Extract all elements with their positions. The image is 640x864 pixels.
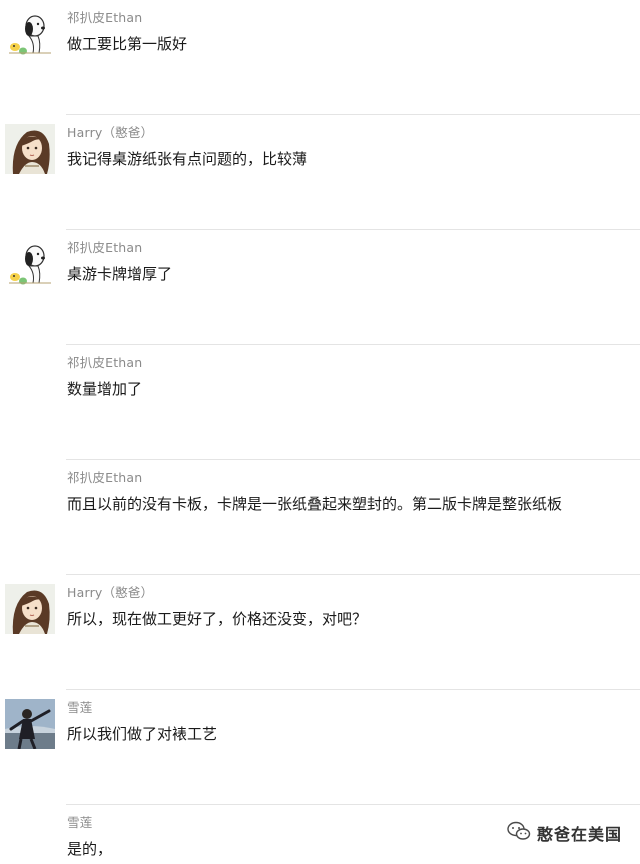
sender-name: Harry（憨爸） (67, 125, 154, 140)
message-text: 我记得桌游纸张有点问题的，比较薄 (67, 150, 308, 168)
wechat-icon (507, 821, 531, 845)
sender-name: 雪莲 (67, 700, 93, 715)
message-item: 祁扒皮Ethan 做工要比第一版好 (0, 0, 640, 115)
snoopy-avatar[interactable] (5, 9, 55, 59)
message-item: Harry（憨爸） 我记得桌游纸张有点问题的，比较薄 (0, 115, 640, 230)
message-item: 祁扒皮Ethan 桌游卡牌增厚了 (0, 230, 640, 345)
message-item: Harry（憨爸） 所以，现在做工更好了，价格还没变，对吧？ (0, 575, 640, 690)
message-text: 做工要比第一版好 (67, 35, 188, 53)
sender-name: 祁扒皮Ethan (67, 470, 143, 485)
message-item: 祁扒皮Ethan 数量增加了 (0, 345, 640, 460)
message-text: 所以，现在做工更好了，价格还没变，对吧？ (67, 610, 368, 628)
photo-avatar[interactable] (5, 699, 55, 749)
message-text: 桌游卡牌增厚了 (67, 265, 173, 283)
anime-avatar[interactable] (5, 584, 55, 634)
sender-name: 雪莲 (67, 815, 93, 830)
watermark-text: 憨爸在美国 (536, 825, 622, 844)
sender-name: 祁扒皮Ethan (67, 10, 143, 25)
sender-name: 祁扒皮Ethan (67, 240, 143, 255)
message-text: 数量增加了 (67, 380, 143, 398)
watermark: 憨爸在美国 (507, 821, 622, 845)
message-text: 是的， (67, 840, 113, 858)
message-item: 雪莲 所以我们做了对裱工艺 (0, 690, 640, 805)
sender-name: Harry（憨爸） (67, 585, 154, 600)
anime-avatar[interactable] (5, 124, 55, 174)
message-text: 所以我们做了对裱工艺 (67, 725, 218, 743)
chat-record: 祁扒皮Ethan 做工要比第一版好 Harry（憨爸） 我记得桌游纸张有点问题的… (0, 0, 640, 864)
snoopy-avatar[interactable] (5, 239, 55, 289)
message-item: 祁扒皮Ethan 而且以前的没有卡板，卡牌是一张纸叠起来塑封的。第二版卡牌是整张… (0, 460, 640, 575)
message-text: 而且以前的没有卡板，卡牌是一张纸叠起来塑封的。第二版卡牌是整张纸板 (67, 495, 563, 513)
sender-name: 祁扒皮Ethan (67, 355, 143, 370)
